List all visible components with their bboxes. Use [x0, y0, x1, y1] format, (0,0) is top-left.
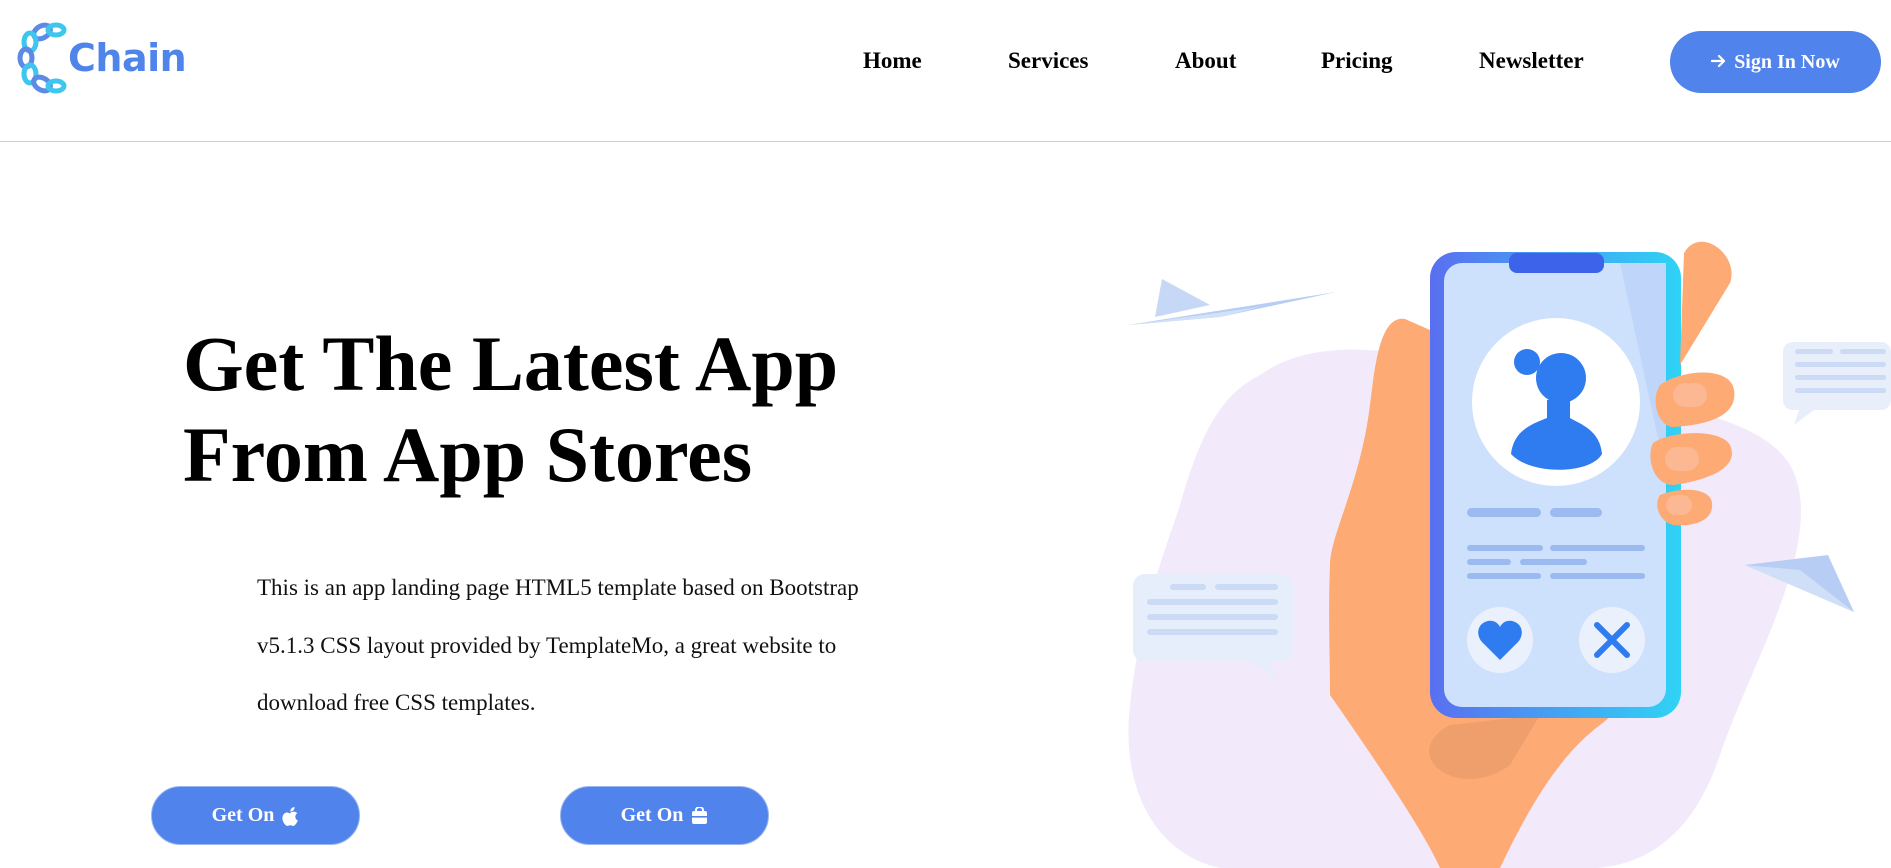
- store-bag-icon: [691, 806, 708, 825]
- close-icon: [1579, 607, 1645, 673]
- chain-logo-icon: [17, 22, 67, 94]
- sign-in-label: Sign In Now: [1734, 50, 1840, 73]
- nav-item-newsletter[interactable]: Newsletter: [1479, 48, 1584, 74]
- chat-bubble-right-icon: [1783, 342, 1891, 425]
- apple-icon: [282, 806, 299, 826]
- phone-notch: [1509, 253, 1604, 273]
- arrow-right-icon: [1711, 51, 1727, 74]
- hero-phone-illustration: [1128, 241, 1891, 868]
- play-store-button-label: Get On: [620, 804, 684, 826]
- get-on-play-store-button[interactable]: Get On: [560, 786, 769, 845]
- hand-finger-top: [1680, 241, 1732, 365]
- brand-logo[interactable]: Chain: [16, 22, 187, 94]
- nav-item-home[interactable]: Home: [863, 48, 922, 74]
- get-on-app-store-button[interactable]: Get On: [151, 786, 360, 845]
- site-header: Chain Home Services About Pricing Newsle…: [0, 0, 1891, 142]
- heart-icon: [1467, 607, 1533, 673]
- hero-description: This is an app landing page HTML5 templa…: [257, 575, 859, 715]
- nav-item-about[interactable]: About: [1175, 48, 1236, 74]
- app-store-button-label: Get On: [211, 804, 275, 826]
- nav-item-services[interactable]: Services: [1008, 48, 1088, 74]
- hero-title-line-1: Get The Latest App: [183, 320, 839, 407]
- nav-item-pricing[interactable]: Pricing: [1321, 48, 1393, 74]
- hero-title-line-2: From App Stores: [183, 411, 753, 498]
- paper-plane-left-icon: [1128, 279, 1336, 325]
- sign-in-button[interactable]: Sign In Now: [1670, 31, 1881, 93]
- hero-title: Get The Latest App From App Stores: [183, 318, 838, 500]
- brand-name: Chain: [68, 36, 187, 80]
